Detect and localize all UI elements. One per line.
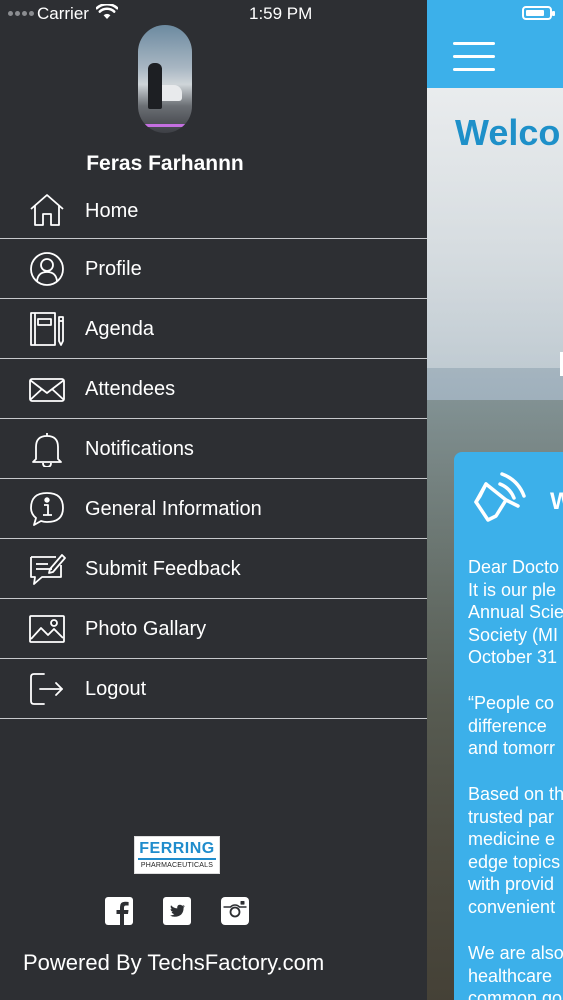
bell-icon xyxy=(32,433,62,467)
top-nav-bar xyxy=(427,0,563,88)
clock: 1:59 PM xyxy=(249,4,313,23)
avatar-photo-person xyxy=(148,63,162,109)
menu-item-general-information[interactable]: General Information xyxy=(0,479,427,539)
welcome-paragraph-4: We are also healthcare common go xyxy=(468,943,563,1000)
main-content-peek: Welco W Dear Docto It is our ple Annual … xyxy=(427,0,563,1000)
home-icon xyxy=(30,194,64,226)
menu-label: Home xyxy=(85,200,139,222)
menu-item-photo-gallary[interactable]: Photo Gallary xyxy=(0,599,427,659)
logout-icon xyxy=(30,673,63,705)
battery-icon xyxy=(522,6,555,20)
powered-by-footer: Powered By TechsFactory.com xyxy=(23,950,325,975)
menu-item-logout[interactable]: Logout xyxy=(0,659,427,719)
sponsor-subtitle: PHARMACEUTICALS xyxy=(140,862,214,869)
sponsor-brand: FERRING xyxy=(139,840,215,857)
menu-label: Profile xyxy=(85,258,142,280)
status-bar: Carrier 1:59 PM xyxy=(0,0,427,26)
wifi-icon xyxy=(96,4,118,19)
welcome-title: Welco xyxy=(455,112,561,153)
menu-label: Agenda xyxy=(85,318,154,340)
menu-item-agenda[interactable]: Agenda xyxy=(0,299,427,359)
avatar-photo-light xyxy=(138,124,192,127)
drawer-menu: Home Profile Agenda Attendees Notificati… xyxy=(0,180,427,719)
hamburger-menu-icon[interactable] xyxy=(453,40,497,74)
card-heading: W xyxy=(550,488,563,515)
menu-label: General Information xyxy=(85,498,262,520)
carrier-label: Carrier xyxy=(37,4,89,23)
profile-name: Feras Farhannn xyxy=(86,152,244,175)
agenda-icon xyxy=(30,312,64,346)
envelope-icon xyxy=(29,378,65,402)
avatar[interactable] xyxy=(138,25,192,133)
sponsor-divider xyxy=(138,858,216,860)
menu-label: Notifications xyxy=(85,438,194,460)
welcome-card: W Dear Docto It is our ple Annual Scie S… xyxy=(454,452,563,1000)
menu-item-submit-feedback[interactable]: Submit Feedback xyxy=(0,539,427,599)
menu-label: Logout xyxy=(85,678,147,700)
megaphone-icon xyxy=(474,472,526,522)
profile-icon xyxy=(30,252,64,286)
menu-item-home[interactable]: Home xyxy=(0,180,427,239)
welcome-paragraph-2: “People co difference and tomorr xyxy=(468,693,556,759)
menu-item-notifications[interactable]: Notifications xyxy=(0,419,427,479)
side-drawer: Carrier 1:59 PM Feras Farhannn Home Prof… xyxy=(0,0,427,1000)
welcome-paragraph-3: Based on th trusted par medicine e edge … xyxy=(468,784,563,917)
welcome-paragraph-1: Dear Docto It is our ple Annual Scie Soc… xyxy=(468,557,563,668)
instagram-icon[interactable] xyxy=(221,897,249,925)
twitter-icon[interactable] xyxy=(163,897,191,925)
facebook-icon[interactable] xyxy=(105,897,133,925)
menu-label: Submit Feedback xyxy=(85,558,241,580)
info-icon xyxy=(30,492,64,526)
menu-label: Photo Gallary xyxy=(85,618,207,640)
photo-icon xyxy=(29,615,65,643)
sponsor-logo: FERRING PHARMACEUTICALS xyxy=(134,836,220,874)
menu-label: Attendees xyxy=(85,378,176,400)
menu-item-profile[interactable]: Profile xyxy=(0,239,427,299)
menu-item-attendees[interactable]: Attendees xyxy=(0,359,427,419)
feedback-icon xyxy=(30,554,66,585)
signal-icon xyxy=(8,11,34,16)
